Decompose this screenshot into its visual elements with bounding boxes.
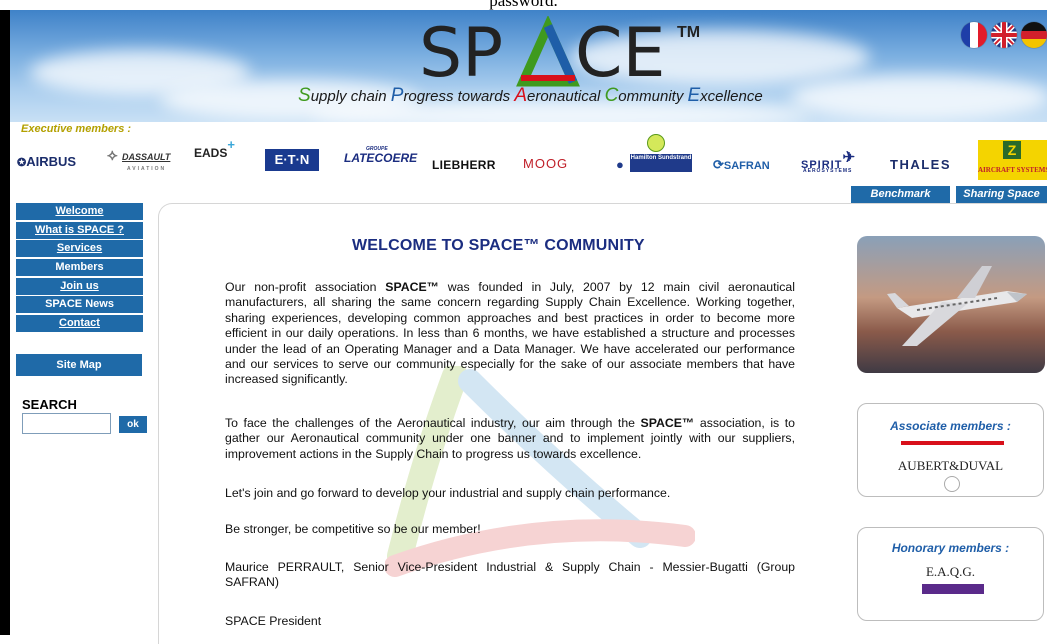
left-navigation: Welcome What is SPACE ? Services Members… [16,203,143,334]
space-logo[interactable]: SP CE TM [415,16,705,88]
french-flag-icon[interactable] [961,22,987,48]
thales-logo[interactable]: THALES [890,157,951,172]
tagline-capital-1: P [390,85,404,106]
cropped-top-text: password. [0,0,1047,10]
header-banner: SP CE TM Supply chain Progress towards A… [10,10,1047,122]
signature-paragraph: Maurice PERRAULT, Senior Vice-President … [225,560,795,590]
associate-members-box[interactable]: Associate members : AUBERT&DUVAL [857,403,1044,497]
hamilton-sundstrand-logo[interactable]: ● Hamilton Sundstrand [616,134,692,180]
executive-members-logos: ✪AIRBUS ⟡ DASSAULT AVIATION EADS+ E·T·N … [10,134,1047,184]
liebherr-logo[interactable]: LIEBHERR [432,158,496,172]
left-border [0,10,10,635]
tagline-capital-0: S [298,85,311,106]
sharing-space-tab[interactable]: Sharing Space [956,186,1047,203]
tagline-capital-3: C [604,85,619,106]
aubert-duval-logo[interactable]: AUBERT&DUVAL [858,458,1043,474]
tagline-capital-4: E [687,85,701,106]
zodiac-aircraft-systems-logo[interactable]: Z AIRCRAFT SYSTEMS [978,140,1047,180]
german-flag-icon[interactable] [1021,22,1047,48]
search-title: SEARCH [22,397,77,412]
tagline: Supply chain Progress towards Aeronautic… [298,85,763,107]
nav-item-members[interactable]: Members [16,259,143,277]
nav-item-space-news[interactable]: SPACE News [16,296,143,314]
eads-logo[interactable]: EADS+ [194,137,235,160]
space-watermark-graphic [385,366,695,577]
nav-item-what-is-space[interactable]: What is SPACE ? [16,221,143,239]
tagline-word-0: upply chain [310,88,391,105]
tagline-word-4: xcellence [700,88,763,105]
search-ok-button[interactable]: ok [119,416,147,433]
moog-logo[interactable]: MOOG [523,156,568,171]
dassault-logo[interactable]: ⟡ DASSAULT AVIATION [107,147,170,172]
latecoere-logo[interactable]: GROUPE LATECOERE [344,146,417,165]
nav-item-contact[interactable]: Contact [16,315,143,333]
honorary-members-box[interactable]: Honorary members : E.A.Q.G. [857,527,1044,621]
red-divider [901,441,1004,445]
intro-paragraph: Our non-profit association SPACE™ was fo… [225,280,796,387]
tagline-word-3: ommunity [618,88,688,105]
nav-item-join-us[interactable]: Join us [16,277,143,295]
search-input[interactable] [22,413,111,434]
tagline-word-1: rogress towards [403,88,515,105]
stronger-paragraph: Be stronger, be competitive so be our me… [225,522,481,536]
trademark-symbol: TM [677,24,701,41]
space-logo-graphic: SP CE [419,16,665,88]
spirit-logo[interactable]: SPIRIT✈ AEROSYSTEMS [801,149,856,174]
svg-text:CE: CE [575,16,665,88]
aubert-duval-emblem-icon [944,476,960,492]
join-paragraph: Let's join and go forward to develop you… [225,486,671,500]
business-jet-photo [857,236,1045,373]
airbus-logo[interactable]: ✪AIRBUS [17,154,76,169]
uk-flag-icon[interactable] [991,22,1017,48]
svg-text:SP: SP [419,16,503,88]
eaqg-bar-icon [922,584,984,594]
eaton-logo[interactable]: E·T·N [265,149,319,171]
tagline-capital-2: A [514,85,527,106]
tagline-word-2: eronautical [527,88,605,105]
benchmark-tab[interactable]: Benchmark [851,186,950,203]
honorary-members-title: Honorary members : [891,541,1010,555]
page-title: WELCOME TO SPACE™ COMMUNITY [352,237,645,254]
eaqg-logo[interactable]: E.A.Q.G. [858,564,1043,580]
nav-item-welcome[interactable]: Welcome [16,203,143,220]
associate-members-title: Associate members : [890,419,1011,433]
nav-item-services[interactable]: Services [16,240,143,258]
aim-paragraph: To face the challenges of the Aeronautic… [225,416,795,461]
safran-logo[interactable]: ⟳SAFRAN [713,157,770,173]
president-title: SPACE President [225,614,322,628]
language-flags [961,22,1047,48]
site-map-button[interactable]: Site Map [16,354,142,376]
